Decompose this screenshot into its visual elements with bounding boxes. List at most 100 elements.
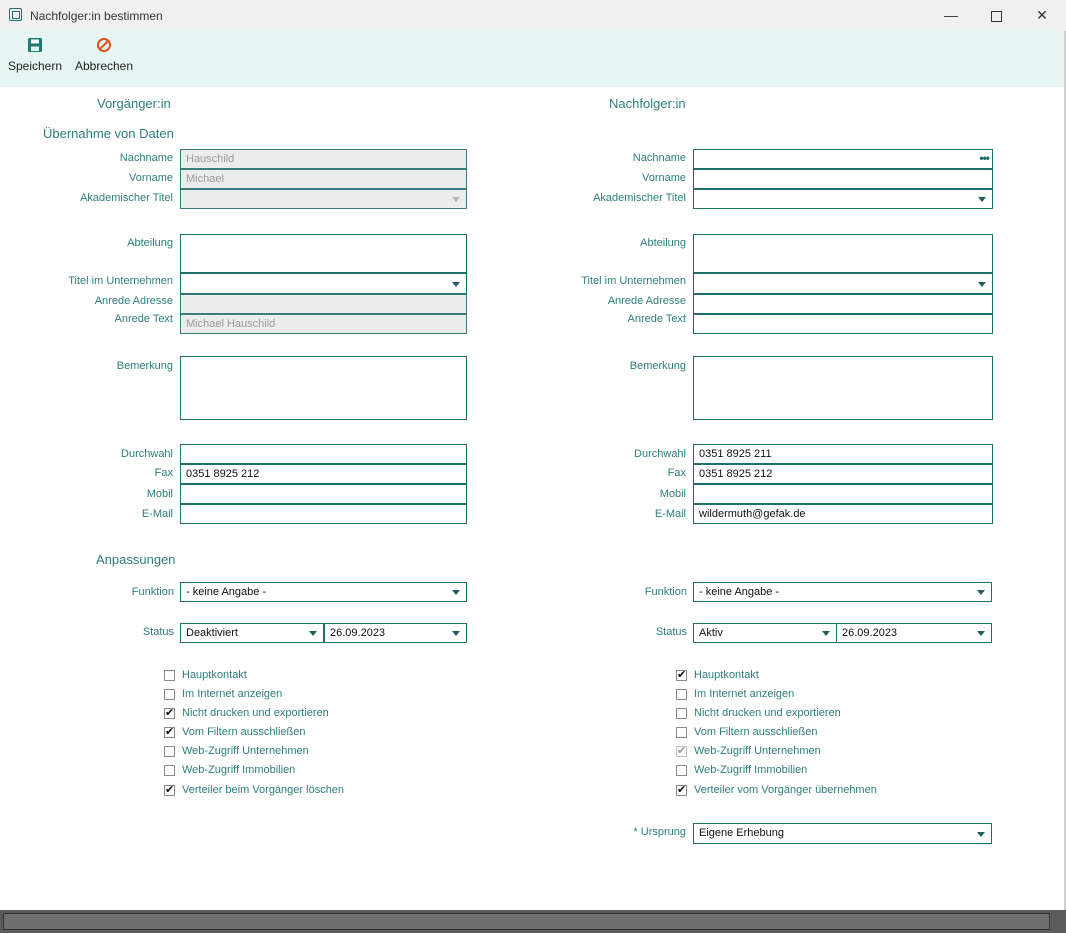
left-web-immobilien-label[interactable]: Web-Zugriff Immobilien [182, 764, 295, 776]
toolbar [0, 31, 1066, 87]
close-icon[interactable]: ✕ [1030, 4, 1054, 26]
horizontal-scrollbar[interactable] [3, 913, 1050, 930]
no-entry-icon [97, 38, 111, 52]
chevron-down-icon [309, 631, 317, 636]
left-nachname-field: Hauschild [180, 149, 467, 169]
right-fax-label: Fax [667, 467, 686, 479]
chevron-down-icon [977, 631, 985, 636]
right-durchwahl-field[interactable]: 0351 8925 211 [693, 444, 993, 464]
left-anrede-text-label: Anrede Text [114, 313, 173, 325]
left-bemerkung-label: Bemerkung [116, 360, 173, 372]
left-status-value: Deaktiviert [186, 627, 238, 639]
right-akad-titel-select[interactable] [693, 189, 993, 209]
left-nicht-drucken-checkbox[interactable] [164, 706, 175, 720]
right-fax-field[interactable]: 0351 8925 212 [693, 464, 993, 484]
right-status-select[interactable]: Aktiv [693, 623, 837, 643]
right-web-unternehmen-checkbox [676, 744, 687, 758]
left-nicht-drucken-label[interactable]: Nicht drucken und exportieren [182, 707, 329, 719]
cancel-button[interactable]: Abbrechen [73, 33, 135, 83]
right-status-date-picker[interactable]: 26.09.2023 [836, 623, 992, 643]
floppy-disk-icon [28, 38, 42, 52]
left-mobil-label: Mobil [146, 488, 173, 500]
left-verteiler-checkbox[interactable] [164, 783, 175, 797]
cancel-label: Abbrechen [74, 59, 134, 73]
left-fax-field[interactable]: 0351 8925 212 [180, 464, 467, 484]
data-transfer-heading: Übernahme von Daten [43, 126, 174, 141]
left-email-label: E-Mail [141, 508, 173, 520]
left-fax-label: Fax [154, 467, 173, 479]
left-anrede-adresse-field [180, 294, 467, 314]
left-funktion-select[interactable]: - keine Angabe - [180, 582, 467, 602]
right-anrede-text-field[interactable] [693, 314, 993, 334]
left-hauptkontakt-label[interactable]: Hauptkontakt [182, 669, 247, 681]
left-filter-checkbox[interactable] [164, 725, 175, 739]
right-web-immobilien-checkbox[interactable] [676, 765, 687, 776]
right-bemerkung-field[interactable] [693, 356, 993, 420]
left-web-immobilien-checkbox[interactable] [164, 765, 175, 776]
ursprung-select[interactable]: Eigene Erhebung [693, 823, 992, 844]
left-funktion-value: - keine Angabe - [186, 586, 267, 598]
right-funktion-select[interactable]: - keine Angabe - [693, 582, 992, 602]
left-funktion-label: Funktion [131, 586, 174, 598]
right-nachname-field[interactable]: ••• [693, 149, 993, 169]
predecessor-heading: Vorgänger:in [97, 96, 171, 111]
left-anrede-text-field: Michael Hauschild [180, 314, 467, 334]
right-internet-label[interactable]: Im Internet anzeigen [694, 688, 794, 700]
left-verteiler-label[interactable]: Verteiler beim Vorgänger löschen [182, 784, 344, 796]
left-web-unternehmen-label[interactable]: Web-Zugriff Unternehmen [182, 745, 309, 757]
left-internet-label[interactable]: Im Internet anzeigen [182, 688, 282, 700]
save-label: Speichern [7, 59, 63, 73]
right-nicht-drucken-label[interactable]: Nicht drucken und exportieren [694, 707, 841, 719]
left-akad-titel-select [180, 189, 467, 209]
left-status-select[interactable]: Deaktiviert [180, 623, 324, 643]
left-web-unternehmen-checkbox[interactable] [164, 746, 175, 757]
right-vorname-label: Vorname [641, 172, 686, 184]
left-status-date-picker[interactable]: 26.09.2023 [324, 623, 467, 643]
right-mobil-label: Mobil [659, 488, 686, 500]
maximize-icon[interactable] [984, 4, 1008, 26]
right-hauptkontakt-label[interactable]: Hauptkontakt [694, 669, 759, 681]
left-durchwahl-field[interactable] [180, 444, 467, 464]
right-hauptkontakt-checkbox[interactable] [676, 668, 687, 682]
left-hauptkontakt-checkbox[interactable] [164, 670, 175, 681]
right-status-value: Aktiv [699, 627, 723, 639]
right-filter-label[interactable]: Vom Filtern ausschließen [694, 726, 818, 738]
right-email-field[interactable]: wildermuth@gefak.de [693, 504, 993, 524]
right-funktion-value: - keine Angabe - [699, 586, 780, 598]
left-internet-checkbox[interactable] [164, 689, 175, 700]
right-nicht-drucken-checkbox[interactable] [676, 708, 687, 719]
left-filter-label[interactable]: Vom Filtern ausschließen [182, 726, 306, 738]
app-window-icon [9, 8, 22, 21]
minimize-icon[interactable]: — [939, 4, 963, 26]
right-filter-checkbox[interactable] [676, 727, 687, 738]
left-status-label: Status [142, 626, 174, 638]
successor-heading: Nachfolger:in [609, 96, 686, 111]
left-titel-unternehmen-select[interactable] [180, 273, 467, 294]
right-verteiler-label[interactable]: Verteiler vom Vorgänger übernehmen [694, 784, 877, 796]
left-abteilung-field[interactable] [180, 234, 467, 273]
left-bemerkung-field[interactable] [180, 356, 467, 420]
ursprung-label: * Ursprung [633, 826, 686, 838]
right-akad-titel-label: Akademischer Titel [593, 192, 686, 204]
left-email-field[interactable] [180, 504, 467, 524]
left-mobil-field[interactable] [180, 484, 467, 504]
right-vorname-field[interactable] [693, 169, 993, 189]
left-nachname-label: Nachname [119, 152, 173, 164]
right-web-immobilien-label[interactable]: Web-Zugriff Immobilien [694, 764, 807, 776]
right-titel-unternehmen-select[interactable] [693, 273, 993, 294]
right-anrede-text-label: Anrede Text [627, 313, 686, 325]
chevron-down-icon [978, 197, 986, 202]
chevron-down-icon [978, 281, 986, 287]
right-email-label: E-Mail [654, 508, 686, 520]
lookup-button[interactable]: ••• [979, 151, 990, 165]
chevron-down-icon [452, 197, 460, 202]
right-titel-unternehmen-label: Titel im Unternehmen [581, 275, 686, 287]
right-abteilung-field[interactable] [693, 234, 993, 273]
right-internet-checkbox[interactable] [676, 689, 687, 700]
right-anrede-adresse-field[interactable] [693, 294, 993, 314]
left-durchwahl-label: Durchwahl [121, 448, 173, 460]
right-verteiler-checkbox[interactable] [676, 783, 687, 797]
chevron-down-icon [452, 631, 460, 636]
save-button[interactable]: Speichern [7, 33, 63, 83]
right-mobil-field[interactable] [693, 484, 993, 504]
